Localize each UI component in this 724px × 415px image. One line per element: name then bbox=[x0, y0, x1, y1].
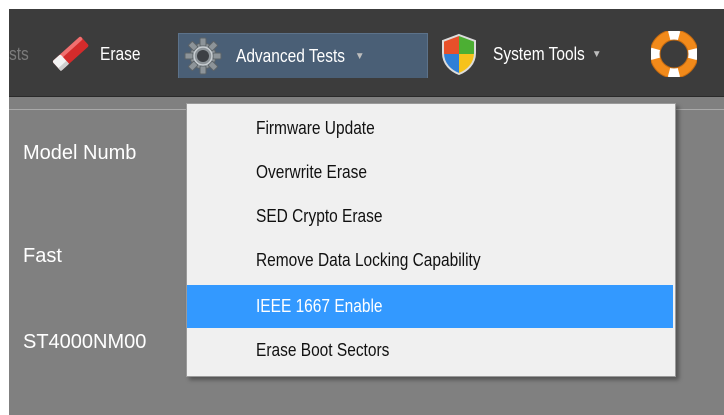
advanced-tests-button[interactable]: Advanced Tests ▼ bbox=[178, 33, 428, 78]
menu-item-ieee-1667-enable[interactable]: IEEE 1667 Enable bbox=[187, 285, 673, 328]
menu-item-sed-crypto-erase[interactable]: SED Crypto Erase bbox=[187, 196, 673, 236]
erase-button[interactable]: Erase bbox=[46, 33, 147, 75]
advanced-tests-dropdown: Firmware Update Overwrite Erase SED Cryp… bbox=[186, 103, 676, 377]
menu-item-label: IEEE 1667 Enable bbox=[256, 296, 383, 316]
chevron-down-icon: ▼ bbox=[354, 50, 365, 62]
system-tools-label: System Tools bbox=[493, 43, 585, 64]
menu-item-remove-data-locking[interactable]: Remove Data Locking Capability bbox=[187, 240, 673, 280]
menu-item-erase-boot-sectors[interactable]: Erase Boot Sectors bbox=[187, 330, 673, 370]
gear-icon bbox=[182, 35, 224, 77]
toolbar-partial-label: sts bbox=[9, 43, 29, 64]
speed-value: Fast bbox=[23, 245, 62, 267]
erase-label: Erase bbox=[100, 43, 141, 64]
lifebuoy-icon bbox=[649, 29, 699, 79]
chevron-down-icon: ▼ bbox=[591, 48, 602, 60]
advanced-tests-label: Advanced Tests bbox=[236, 45, 346, 66]
toolbar-item-partial[interactable]: sts bbox=[9, 33, 32, 75]
model-number-value: ST4000NM00 bbox=[23, 331, 147, 353]
help-button[interactable] bbox=[649, 29, 699, 79]
system-tools-button[interactable]: System Tools ▼ bbox=[439, 33, 602, 76]
menu-item-label: SED Crypto Erase bbox=[256, 205, 383, 226]
shield-icon bbox=[439, 33, 479, 76]
menu-item-firmware-update[interactable]: Firmware Update bbox=[187, 108, 673, 148]
model-number-label: Model Numb bbox=[23, 142, 137, 164]
toolbar: sts Erase Advanced Tests ▼ System Tools … bbox=[9, 9, 724, 97]
menu-item-label: Remove Data Locking Capability bbox=[256, 249, 481, 270]
menu-item-overwrite-erase[interactable]: Overwrite Erase bbox=[187, 152, 673, 192]
menu-item-label: Overwrite Erase bbox=[256, 161, 367, 182]
app-window: sts Erase Advanced Tests ▼ System Tools … bbox=[9, 9, 724, 415]
menu-item-label: Firmware Update bbox=[256, 117, 375, 138]
eraser-icon bbox=[46, 33, 96, 75]
menu-item-label: Erase Boot Sectors bbox=[256, 339, 390, 360]
